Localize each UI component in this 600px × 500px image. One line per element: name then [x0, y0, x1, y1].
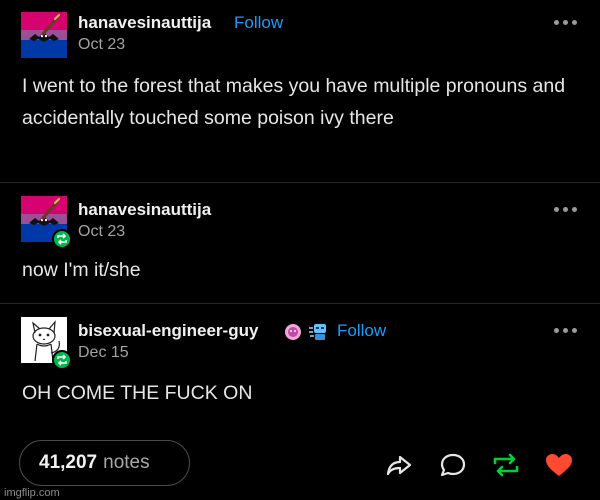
reply-icon[interactable]: [438, 451, 468, 479]
post-body: I went to the forest that makes you have…: [22, 75, 566, 129]
avatar[interactable]: [21, 317, 72, 370]
post-reblog-2: bisexual-engineer-guy Follow Dec 15 OH C…: [0, 305, 600, 500]
notes-button[interactable]: 41,207 notes: [19, 440, 190, 486]
post-body: now I'm it/she: [22, 259, 141, 281]
avatar[interactable]: [21, 12, 67, 58]
reblog-icon: [52, 229, 72, 249]
like-icon[interactable]: [544, 451, 574, 479]
post-date[interactable]: Dec 15: [78, 344, 129, 362]
notes-label: notes: [103, 452, 150, 473]
post-original: hanavesinauttija Follow Oct 23 I went to…: [0, 0, 600, 183]
notes-count: 41,207: [39, 452, 98, 473]
post-reblog-1: hanavesinauttija Oct 23 now I'm it/she: [0, 184, 600, 304]
more-options-icon[interactable]: [554, 204, 584, 214]
follow-button[interactable]: Follow: [337, 321, 386, 341]
pink-blob-badge-icon[interactable]: [284, 323, 302, 346]
robot-badge-icon[interactable]: [308, 322, 330, 347]
avatar[interactable]: [21, 196, 72, 249]
more-options-icon[interactable]: [554, 17, 584, 27]
username[interactable]: bisexual-engineer-guy: [78, 321, 258, 341]
post-body: OH COME THE FUCK ON: [22, 382, 253, 404]
post-date[interactable]: Oct 23: [78, 36, 125, 54]
username[interactable]: hanavesinauttija: [78, 200, 211, 220]
bisexual-flag-bat-avatar: [21, 12, 67, 58]
reblog-icon[interactable]: [491, 451, 521, 479]
post-date[interactable]: Oct 23: [78, 223, 125, 241]
watermark: imgflip.com: [4, 487, 60, 499]
reblog-icon: [52, 350, 72, 370]
username[interactable]: hanavesinauttija: [78, 13, 211, 33]
follow-button[interactable]: Follow: [234, 13, 283, 33]
more-options-icon[interactable]: [554, 325, 584, 335]
share-icon[interactable]: [384, 451, 414, 479]
